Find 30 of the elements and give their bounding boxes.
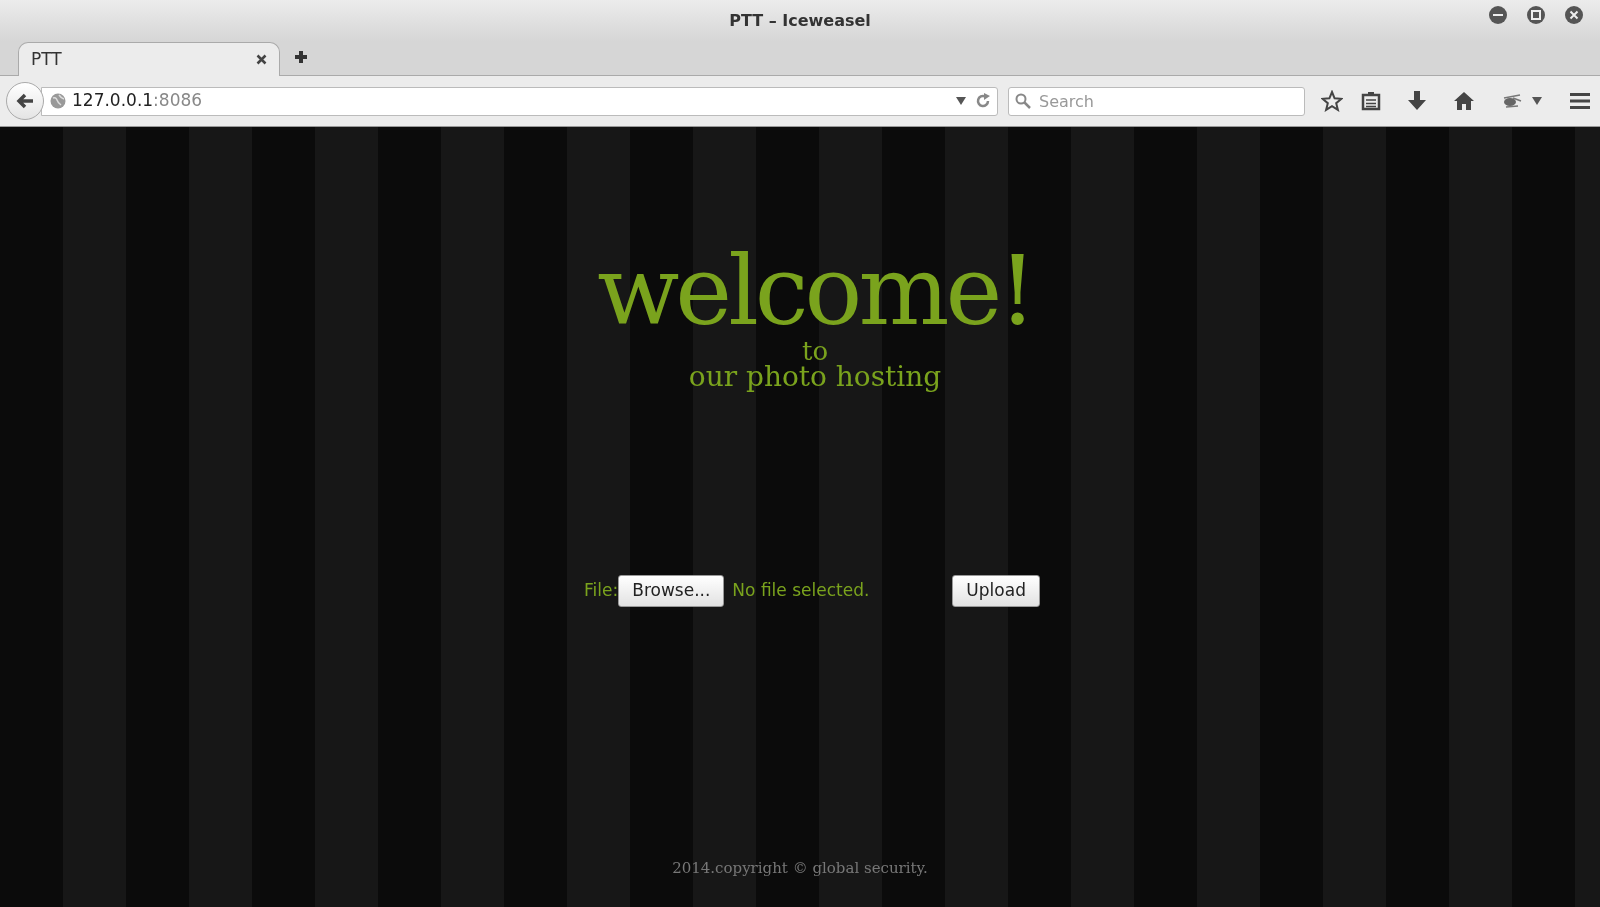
- maximize-icon[interactable]: [1526, 5, 1546, 25]
- search-icon: [1015, 92, 1031, 109]
- clipboard-list-icon[interactable]: [1361, 91, 1381, 111]
- file-status: No file selected.: [732, 579, 871, 603]
- dropdown-icon[interactable]: [955, 96, 967, 106]
- file-label: File:: [584, 579, 619, 603]
- welcome-heading: welcome!: [597, 243, 1033, 339]
- new-tab-icon[interactable]: [294, 50, 308, 64]
- browser-tab[interactable]: PTT: [18, 42, 280, 76]
- close-icon[interactable]: [1564, 5, 1584, 25]
- window-title: PTT – Iceweasel: [729, 9, 871, 32]
- globe-icon: [50, 93, 66, 109]
- browse-button[interactable]: Browse...: [618, 575, 725, 607]
- upload-button[interactable]: Upload: [952, 575, 1040, 607]
- back-arrow-icon: [16, 93, 34, 109]
- subheading: our photo hosting: [688, 363, 942, 391]
- star-icon[interactable]: [1321, 90, 1343, 112]
- menu-icon[interactable]: [1569, 92, 1591, 110]
- subheading: to: [801, 339, 829, 363]
- address-bar[interactable]: 127.0.0.1:8086: [41, 86, 998, 116]
- back-button[interactable]: [6, 82, 44, 120]
- reload-icon[interactable]: [975, 93, 991, 109]
- minimize-icon[interactable]: [1488, 5, 1508, 25]
- footer-text: 2014.copyright © global security.: [672, 858, 928, 879]
- search-field[interactable]: Search: [1008, 86, 1305, 116]
- download-icon[interactable]: [1407, 90, 1427, 112]
- close-icon[interactable]: [256, 54, 267, 65]
- url-text: 127.0.0.1:8086: [72, 89, 203, 113]
- dropdown-icon[interactable]: [1531, 96, 1543, 106]
- home-icon[interactable]: [1453, 91, 1475, 111]
